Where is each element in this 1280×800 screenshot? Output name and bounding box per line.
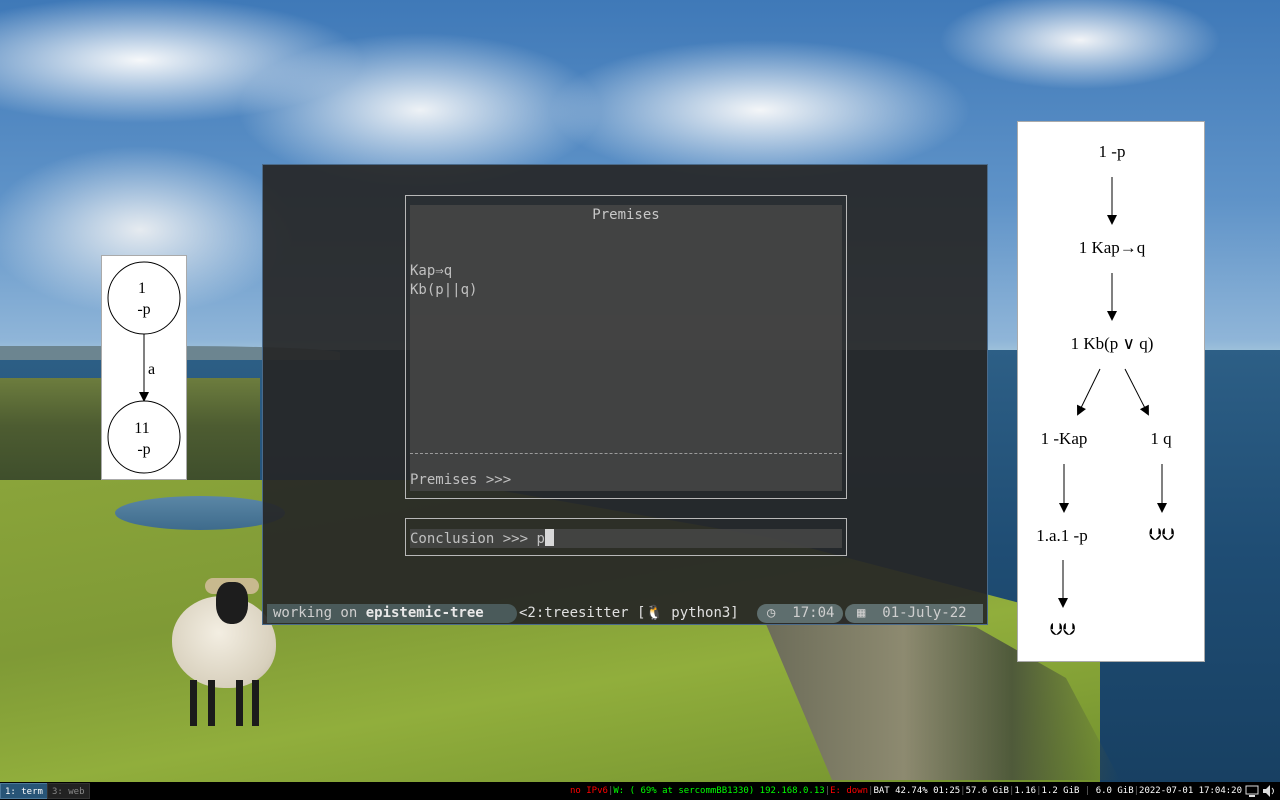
workspace-button-term[interactable]: 1: term: [0, 783, 48, 799]
tree-node-neg-kap: 1 -Kap: [1041, 429, 1088, 448]
tree-node-disjunction: 1 Kb(p ∨ q): [1071, 334, 1154, 353]
text-cursor: [544, 529, 554, 546]
tree-closed-marker-right: ⮋⮋: [1149, 525, 1175, 544]
status-time: 17:04: [792, 605, 835, 621]
network-tray-icon[interactable]: [1245, 784, 1259, 798]
workspace-button-web[interactable]: 3: web: [47, 783, 90, 799]
tree-node-q: 1 q: [1150, 429, 1172, 448]
premises-input-prompt[interactable]: Premises >>>: [410, 471, 511, 490]
penguin-icon: 🐧: [645, 605, 663, 621]
ipv6-status: no IPv6: [570, 786, 608, 796]
tmux-status-bar: working on epistemic-tree <2:treesitter …: [267, 604, 983, 623]
tree-node-implication: 1 Kap→q: [1079, 238, 1146, 257]
wallpaper-sheep-leg: [190, 680, 197, 726]
system-bar: 1: term 3: web no IPv6|W: ( 69% at serco…: [0, 782, 1280, 800]
status-process: python3]: [662, 605, 739, 621]
load-status: 1.16: [1014, 786, 1037, 796]
terminal-window[interactable]: Premises Kap⇒q Kb(p||q) Premises >>> Con…: [262, 164, 988, 625]
tree-edge: [1124, 368, 1149, 416]
datetime-status: 2022-07-01 17:04:20: [1139, 786, 1242, 796]
small-graph-svg: 1 -p a 11 -p: [107, 261, 181, 474]
system-status: no IPv6|W: ( 69% at sercommBB1330) 192.1…: [570, 786, 1242, 796]
graph-node-1: [107, 261, 181, 335]
status-date-segment: ▦ 01-July-22: [845, 604, 983, 623]
wallpaper-sheep-leg: [236, 680, 243, 726]
status-session-segment: <2:treesitter [🐧 python3]: [519, 604, 739, 623]
small-graph-window[interactable]: 1 -p a 11 -p: [101, 255, 187, 480]
status-date: 01-July-22: [882, 605, 967, 621]
tree-node-root: 1 -p: [1099, 142, 1126, 161]
premise-item: Kb(p||q): [410, 282, 478, 298]
tree-node-world-a1: 1.a.1 -p: [1036, 526, 1087, 545]
conclusion-input[interactable]: Conclusion >>> p: [410, 529, 842, 548]
graph-node-2-formula: -p: [137, 441, 150, 458]
volume-tray-icon[interactable]: [1262, 784, 1276, 798]
conclusion-prompt: Conclusion >>>: [410, 531, 537, 547]
clock-icon: ◷: [767, 605, 776, 621]
tableau-tree-svg: 1 -p 1 Kap→q 1 Kb(p ∨ q) 1 -Kap 1 q 1.a.…: [1036, 142, 1175, 639]
wallpaper-sheep-leg: [208, 680, 215, 726]
premises-content[interactable]: Premises Kap⇒q Kb(p||q) Premises >>>: [410, 205, 842, 491]
premises-divider: [410, 453, 842, 454]
ethernet-status: E: down: [830, 786, 869, 796]
graph-edge-label: a: [148, 361, 155, 378]
status-session: <2:treesitter [: [519, 605, 646, 621]
status-working-prefix: working on: [273, 605, 366, 621]
wallpaper-sheep-head: [216, 582, 248, 624]
premises-panel: Premises Kap⇒q Kb(p||q) Premises >>>: [405, 195, 847, 499]
conclusion-value[interactable]: p: [536, 531, 544, 547]
wallpaper-sheep-leg: [252, 680, 259, 726]
tree-closed-marker-left: ⮋⮋: [1050, 620, 1076, 639]
memory-used-status: 1.2 GiB: [1041, 786, 1080, 796]
graph-node-2-label: 11: [134, 420, 149, 437]
premise-item: Kap⇒q: [410, 263, 453, 279]
calendar-icon: ▦: [857, 605, 866, 621]
status-working-segment: working on epistemic-tree: [267, 604, 517, 623]
status-clock-segment: ◷ 17:04: [757, 604, 843, 623]
premises-title: Premises: [592, 207, 660, 223]
graph-node-2: [107, 400, 181, 474]
graph-node-1-formula: -p: [137, 301, 150, 318]
status-project-name: epistemic-tree: [365, 605, 484, 621]
graph-node-1-label: 1: [138, 280, 146, 297]
wallpaper-pond: [115, 496, 285, 530]
wifi-status: W: ( 69% at sercommBB1330) 192.168.0.13: [613, 786, 825, 796]
conclusion-panel: Conclusion >>> p: [405, 518, 847, 556]
tree-edge: [1077, 368, 1101, 416]
disk-status: 57.6 GiB: [965, 786, 1009, 796]
tableau-tree-window[interactable]: 1 -p 1 Kap→q 1 Kb(p ∨ q) 1 -Kap 1 q 1.a.…: [1017, 121, 1205, 662]
battery-status: BAT 42.74% 01:25: [873, 786, 961, 796]
memory-free-status: 6.0 GiB: [1095, 786, 1134, 796]
